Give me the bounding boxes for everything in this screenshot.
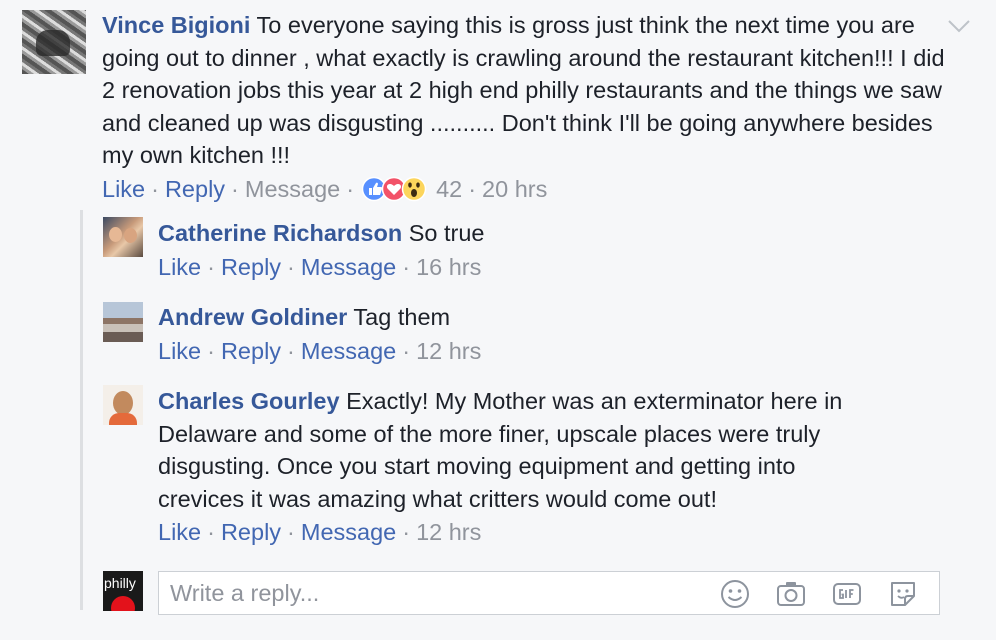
avatar-current-user: philly <box>103 571 143 611</box>
wow-reaction-icon <box>401 176 427 201</box>
reply-link[interactable]: Reply <box>165 176 225 202</box>
avatar-andrew-goldiner[interactable] <box>103 302 143 342</box>
reactions-summary[interactable] <box>361 175 436 203</box>
separator: · <box>402 519 411 545</box>
camera-icon[interactable] <box>775 578 807 610</box>
author-name[interactable]: Vince Bigioni <box>102 12 250 38</box>
separator: · <box>207 337 215 364</box>
like-link[interactable]: Like <box>158 519 201 545</box>
timestamp[interactable]: 12 hrs <box>416 338 481 364</box>
separator: · <box>402 337 411 364</box>
reply-link[interactable]: Reply <box>221 519 281 545</box>
reply-comment: Catherine Richardson So true Like · Reply ·… <box>158 217 918 282</box>
main-comment: Vince Bigioni To everyone saying this is… <box>102 9 952 204</box>
sticker-icon[interactable] <box>887 578 919 610</box>
separator: · <box>346 175 355 202</box>
comment-actions: Like · Reply · Message · 12 hrs <box>158 517 888 547</box>
reply-input[interactable]: Write a reply... <box>158 571 940 615</box>
like-link[interactable]: Like <box>102 176 145 202</box>
separator: · <box>468 175 477 202</box>
separator: · <box>151 175 159 202</box>
reaction-count[interactable]: 42 <box>436 176 462 202</box>
message-link[interactable]: Message <box>301 338 396 364</box>
comment-actions: Like · Reply · Message · 12 hrs <box>158 336 918 366</box>
comment-body: Charles Gourley Exactly! My Mother was a… <box>158 385 888 515</box>
comment-text: So true <box>402 220 485 246</box>
reaction-icons <box>361 176 427 201</box>
like-link[interactable]: Like <box>158 254 201 280</box>
separator: · <box>231 175 239 202</box>
gif-icon[interactable] <box>831 578 863 610</box>
avatar-label: philly <box>104 575 136 591</box>
comment-actions: Like · Reply · Message · 42 · 20 hrs <box>102 174 952 204</box>
comment-text: Tag them <box>347 304 451 330</box>
comment-actions: Like · Reply · Message · 16 hrs <box>158 252 918 282</box>
comment-body: Vince Bigioni To everyone saying this is… <box>102 9 952 172</box>
author-name[interactable]: Andrew Goldiner <box>158 304 347 330</box>
reply-link[interactable]: Reply <box>221 338 281 364</box>
emoji-icon[interactable] <box>719 578 751 610</box>
avatar-catherine-richardson[interactable] <box>103 217 143 257</box>
separator: · <box>287 337 295 364</box>
reply-comment: Charles Gourley Exactly! My Mother was a… <box>158 385 888 547</box>
logo-dot <box>111 596 135 611</box>
separator: · <box>402 253 411 280</box>
comment-body: Catherine Richardson So true <box>158 217 918 250</box>
reply-link[interactable]: Reply <box>221 254 281 280</box>
comment-body: Andrew Goldiner Tag them <box>158 301 918 334</box>
separator: · <box>287 253 295 280</box>
message-link[interactable]: Message <box>301 254 396 280</box>
message-link[interactable]: Message <box>301 519 396 545</box>
reply-placeholder: Write a reply... <box>170 580 320 606</box>
timestamp[interactable]: 20 hrs <box>482 176 547 202</box>
message-link[interactable]: Message <box>245 176 340 202</box>
timestamp[interactable]: 16 hrs <box>416 254 481 280</box>
separator: · <box>287 519 295 545</box>
reply-comment: Andrew Goldiner Tag them Like · Reply · Mess… <box>158 301 918 366</box>
separator: · <box>207 253 215 280</box>
separator: · <box>207 519 215 545</box>
reply-thread-line <box>80 210 83 610</box>
avatar-vince-bigioni[interactable] <box>22 10 86 74</box>
author-name[interactable]: Catherine Richardson <box>158 220 402 246</box>
avatar-charles-gourley[interactable] <box>103 385 143 425</box>
author-name[interactable]: Charles Gourley <box>158 388 340 414</box>
like-link[interactable]: Like <box>158 338 201 364</box>
timestamp[interactable]: 12 hrs <box>416 519 481 545</box>
chevron-down-icon[interactable] <box>945 16 973 36</box>
